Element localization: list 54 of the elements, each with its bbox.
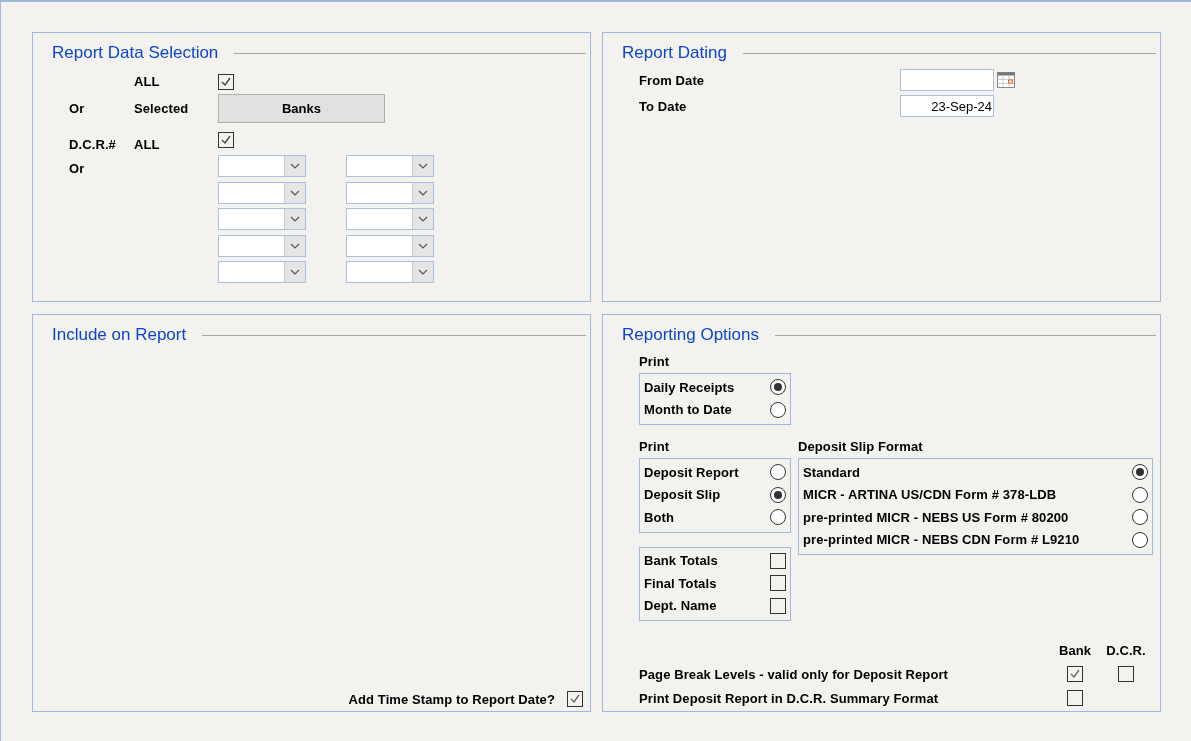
label: To Date xyxy=(639,98,688,114)
option-label: Page Break Levels - valid only for Deposit Report xyxy=(639,666,950,682)
checkbox-label: Final Totals xyxy=(644,575,717,591)
date-field[interactable] xyxy=(900,69,994,91)
panel-title: Report Data Selection xyxy=(52,43,219,63)
label: Or xyxy=(69,160,86,178)
checkbox[interactable] xyxy=(567,691,583,707)
radio-button[interactable] xyxy=(1132,509,1148,526)
radio-button[interactable] xyxy=(770,464,786,481)
date-field[interactable]: 23-Sep-24 xyxy=(900,95,994,117)
label: Print xyxy=(639,439,671,454)
radio-button[interactable] xyxy=(770,486,786,503)
checkbox[interactable] xyxy=(218,74,234,90)
radio-button[interactable] xyxy=(770,401,786,418)
label: ALL xyxy=(134,136,161,154)
checkbox[interactable] xyxy=(1118,666,1134,682)
label: Deposit Slip Format xyxy=(798,439,924,454)
panel-title: Include on Report xyxy=(52,325,187,345)
checkbox[interactable] xyxy=(770,552,786,569)
option-label: Print Deposit Report in D.C.R. Summary Format xyxy=(639,690,940,706)
checkbox[interactable] xyxy=(218,132,234,148)
radio-button[interactable] xyxy=(770,379,786,396)
radio-label: Deposit Slip xyxy=(644,487,721,503)
radio-label: Daily Receipts xyxy=(644,379,735,395)
column-header: D.C.R. xyxy=(1106,643,1146,658)
label: From Date xyxy=(639,72,706,88)
radio-label: Standard xyxy=(803,464,861,480)
radio-label: Both xyxy=(644,509,674,525)
banks-button[interactable]: Banks xyxy=(218,94,385,123)
calendar-icon[interactable] xyxy=(997,72,1015,88)
column-header: Bank xyxy=(1057,643,1093,658)
checkbox[interactable] xyxy=(770,597,786,614)
radio-label: Deposit Report xyxy=(644,464,739,480)
radio-label: MICR - ARTINA US/CDN Form # 378-LDB xyxy=(803,487,1057,503)
radio-label: pre-printed MICR - NEBS CDN Form # L9210 xyxy=(803,532,1080,548)
panel-title: Reporting Options xyxy=(622,325,760,345)
checkbox-label: Bank Totals xyxy=(644,553,718,569)
label: Or xyxy=(69,99,86,118)
radio-button[interactable] xyxy=(1132,464,1148,481)
label: Add Time Stamp to Report Date? xyxy=(348,691,555,707)
label: Selected xyxy=(134,99,190,118)
checkbox[interactable] xyxy=(770,575,786,592)
radio-label: Month to Date xyxy=(644,402,732,418)
panel-title: Report Dating xyxy=(622,43,727,63)
checkbox[interactable] xyxy=(1067,690,1083,706)
checkbox[interactable] xyxy=(1067,666,1083,682)
radio-button[interactable] xyxy=(770,509,786,526)
radio-button[interactable] xyxy=(1132,531,1148,548)
label: Print xyxy=(639,354,671,369)
checkbox-label: Dept. Name xyxy=(644,598,717,614)
label: D.C.R.# xyxy=(69,136,117,154)
label: ALL xyxy=(134,73,161,91)
radio-label: pre-printed MICR - NEBS US Form # 80200 xyxy=(803,509,1069,525)
radio-button[interactable] xyxy=(1132,486,1148,503)
